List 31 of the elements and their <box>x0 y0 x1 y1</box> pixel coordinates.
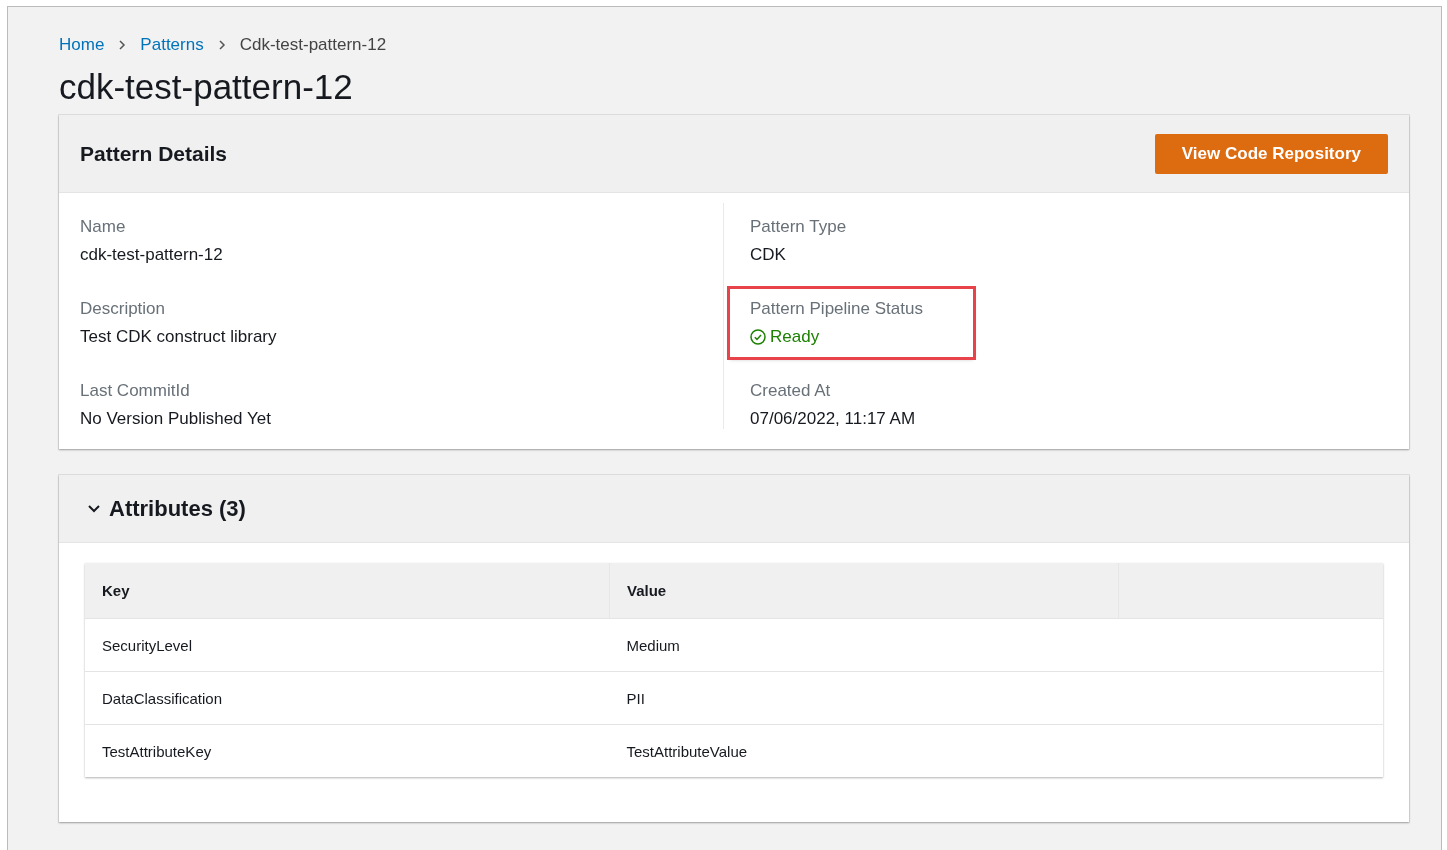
status-text: Ready <box>770 327 820 347</box>
check-circle-icon <box>750 329 766 345</box>
field-value: No Version Published Yet <box>80 409 271 429</box>
field-label: Created At <box>750 381 832 401</box>
table-cell: TestAttributeKey <box>85 724 610 777</box>
table-cell: SecurityLevel <box>85 618 610 672</box>
field-value: CDK <box>750 245 787 265</box>
field-label: Description <box>80 299 167 319</box>
table-cell: DataClassification <box>85 671 610 725</box>
attributes-toggle[interactable]: Attributes (3) <box>87 495 246 522</box>
field-value: 07/06/2022, 11:17 AM <box>750 409 916 429</box>
table-cell: Medium <box>609 618 1119 672</box>
column-header: Key <box>85 563 610 619</box>
caret-icon <box>87 503 101 514</box>
field-label: Pattern Pipeline Status <box>750 299 923 319</box>
breadcrumb-link[interactable]: Home <box>59 35 105 55</box>
field-value: Test CDK construct library <box>80 327 277 347</box>
table-cell: PII <box>609 671 1119 725</box>
field-label: Pattern Type <box>750 217 847 237</box>
view-code-repository-button[interactable]: View Code Repository <box>1154 133 1388 174</box>
column-header: Value <box>609 563 1119 619</box>
page-title: cdk-test-pattern-12 <box>59 67 354 107</box>
chevron-right-icon <box>118 40 127 50</box>
field-label: Name <box>80 217 127 237</box>
field-label: Last CommitId <box>80 381 191 401</box>
field-value: cdk-test-pattern-12 <box>80 245 223 265</box>
breadcrumb-link[interactable]: Patterns <box>140 35 204 55</box>
chevron-right-icon <box>217 40 226 50</box>
table-cell: TestAttributeValue <box>609 724 1119 777</box>
card-title: Pattern Details <box>80 141 228 166</box>
breadcrumb-current: Cdk-test-pattern-12 <box>239 35 387 55</box>
